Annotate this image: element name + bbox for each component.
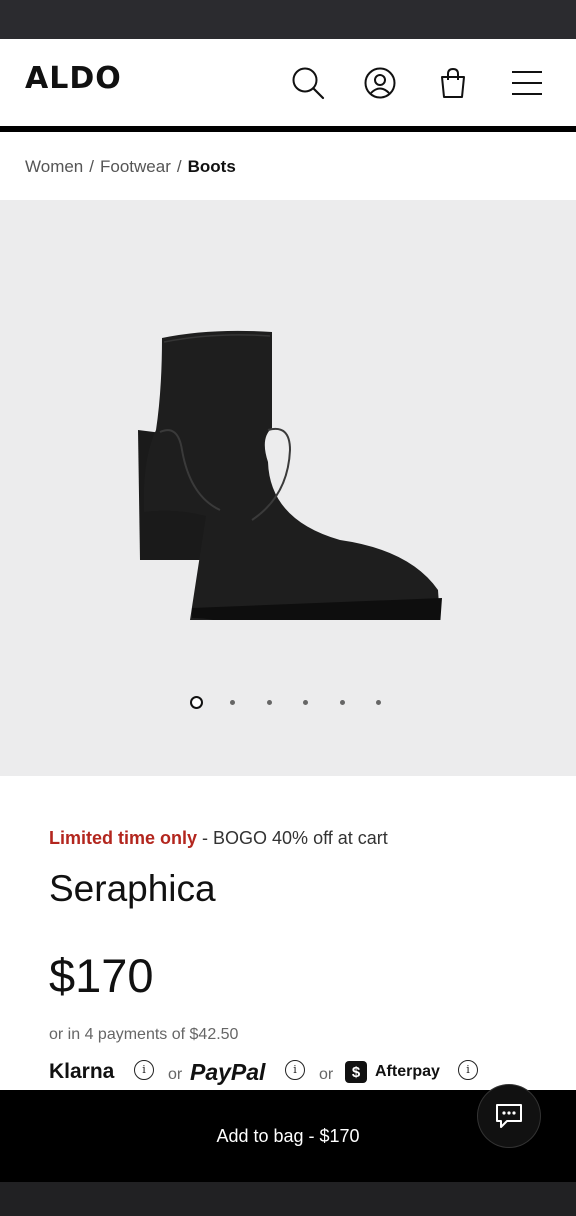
chat-icon [496, 1104, 522, 1128]
header-divider [0, 126, 576, 132]
aldo-logo[interactable]: ALDO [25, 61, 122, 96]
breadcrumb-separator: / [89, 157, 94, 176]
bag-icon[interactable] [433, 63, 473, 103]
account-icon[interactable] [360, 63, 400, 103]
breadcrumb-separator: / [176, 157, 182, 176]
paypal-logo: PayPal [190, 1058, 266, 1085]
afterpay-badge-icon: $ [345, 1061, 367, 1083]
gallery-dot-6[interactable] [376, 700, 381, 705]
status-bar [0, 0, 576, 39]
breadcrumb: Women / Footwear / Boots [25, 157, 236, 177]
gallery-dot-3[interactable] [267, 700, 272, 705]
breadcrumb-women[interactable]: Women [25, 157, 83, 176]
breadcrumb-footwear[interactable]: Footwear [100, 157, 171, 176]
or-separator: or [168, 1066, 183, 1083]
klarna-info-icon[interactable]: i [134, 1060, 154, 1080]
gallery-dot-5[interactable] [340, 700, 345, 705]
bottom-bar [0, 1182, 576, 1216]
afterpay-info-icon[interactable]: i [458, 1060, 478, 1080]
gallery-dot-4[interactable] [303, 700, 308, 705]
paypal-info-icon[interactable]: i [285, 1060, 305, 1080]
product-image-gallery[interactable] [0, 200, 576, 776]
product-image-boot[interactable] [120, 320, 450, 620]
promo-highlight: Limited time only [49, 828, 198, 848]
afterpay-label: Afterpay [375, 1063, 440, 1080]
or-separator: or [319, 1066, 334, 1083]
product-title: Seraphica [49, 868, 216, 909]
gallery-dot-1[interactable] [190, 696, 203, 709]
klarna-logo: Klarna [49, 1060, 115, 1083]
chat-button[interactable] [478, 1085, 540, 1147]
promo-message: Limited time only - BOGO 40% off at cart [49, 828, 388, 849]
add-to-bag-label: Add to bag - $170 [216, 1125, 360, 1146]
afterpay-logo: $ Afterpay [345, 1058, 440, 1086]
site-header: ALDO [0, 39, 576, 127]
search-icon[interactable] [288, 63, 328, 103]
product-price: $170 [49, 949, 154, 1002]
installments-text: or in 4 payments of $42.50 [49, 1026, 239, 1043]
gallery-dot-2[interactable] [230, 700, 235, 705]
breadcrumb-boots: Boots [187, 157, 236, 176]
menu-icon[interactable] [507, 63, 547, 103]
gallery-pagination [0, 696, 576, 710]
promo-text: - BOGO 40% off at cart [197, 828, 388, 848]
